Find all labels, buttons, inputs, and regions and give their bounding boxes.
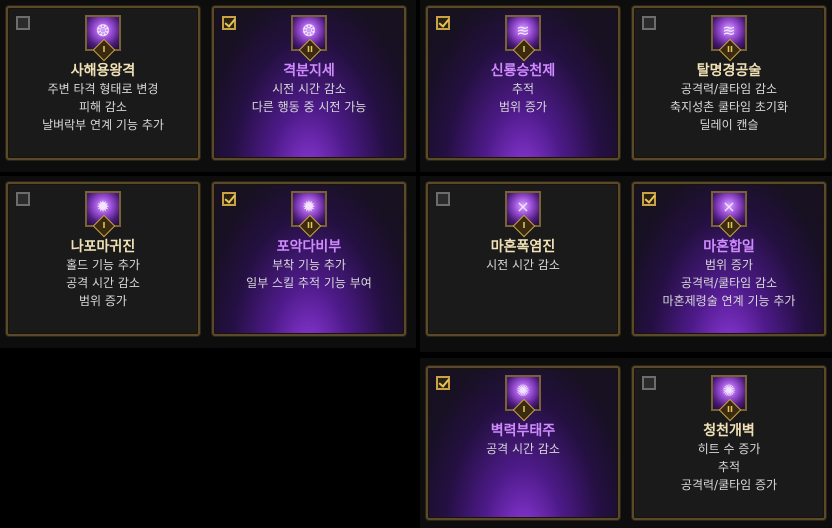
skill-effect-line: 피해 감소 [79, 100, 127, 114]
checked-checkbox[interactable] [436, 376, 450, 390]
skill-card[interactable]: ≋ I 신룡승천제추적범위 증가 [426, 6, 620, 160]
skill-name: 포악다비부 [276, 239, 342, 255]
rank-badge: I [512, 398, 536, 422]
skill-emblem-icon: ⨯ [722, 197, 736, 216]
skill-icon: ⨯ II [711, 191, 747, 238]
skill-card[interactable]: ≋ II 탈명경공술공격력/쿨타임 감소축지성촌 쿨타임 초기화딜레이 캔슬 [632, 6, 826, 160]
skill-effect-line: 시전 시간 감소 [272, 82, 346, 96]
skill-name: 마혼폭염진 [490, 239, 556, 255]
skill-effect-line: 시전 시간 감소 [486, 258, 560, 272]
skill-icon: ✺ I [505, 375, 541, 422]
skill-effect-line: 히트 수 증가 [697, 442, 761, 456]
skill-icon: ⨯ I [505, 191, 541, 238]
unchecked-checkbox[interactable] [642, 376, 656, 390]
skill-emblem-icon: ≋ [516, 21, 530, 40]
skill-description: 시전 시간 감소 [428, 256, 618, 274]
skill-emblem-icon: ⨯ [516, 197, 530, 216]
unchecked-checkbox[interactable] [16, 192, 30, 206]
skill-effect-line: 범위 증가 [79, 294, 127, 308]
skill-icon: ≋ I [505, 15, 541, 62]
skill-effect-line: 딜레이 캔슬 [699, 118, 759, 132]
skill-icon: ✹ I [85, 191, 121, 238]
skill-name: 신룡승천제 [490, 63, 556, 79]
skill-name: 탈명경공술 [696, 63, 762, 79]
skill-effect-line: 부착 기능 추가 [272, 258, 346, 272]
skill-name: 격분지세 [283, 63, 335, 79]
skill-effect-line: 날벼락부 연계 기능 추가 [42, 118, 164, 132]
skill-effect-line: 마혼제령술 연계 기능 추가 [662, 294, 796, 308]
skill-description: 범위 증가공격력/쿨타임 감소마혼제령술 연계 기능 추가 [634, 256, 824, 310]
skill-card[interactable]: ✺ I 벽력부태주공격 시간 감소 [426, 366, 620, 520]
skill-emblem-icon: ✺ [516, 381, 530, 400]
unchecked-checkbox[interactable] [642, 16, 656, 30]
skill-name: 사해용왕격 [70, 63, 136, 79]
checkmark-icon [644, 192, 656, 204]
skill-effect-line: 홀드 기능 추가 [66, 258, 140, 272]
skill-emblem-icon: ❂ [302, 21, 316, 40]
skill-effect-line: 범위 증가 [499, 100, 547, 114]
checked-checkbox[interactable] [222, 16, 236, 30]
rank-badge: I [92, 38, 116, 62]
skill-emblem-icon: ≋ [722, 21, 736, 40]
skill-name: 마혼합일 [703, 239, 755, 255]
skill-description: 추적범위 증가 [428, 80, 618, 116]
skill-card[interactable]: ❂ I 사해용왕격주변 타격 형태로 변경피해 감소날벼락부 연계 기능 추가 [6, 6, 200, 160]
skill-emblem-icon: ✹ [302, 197, 316, 216]
skill-card[interactable]: ✺ II 청천개벽히트 수 증가추적공격력/쿨타임 증가 [632, 366, 826, 520]
rank-badge: I [512, 214, 536, 238]
skill-name: 나포마귀진 [70, 239, 136, 255]
rank-badge: II [298, 38, 322, 62]
rank-badge: II [298, 214, 322, 238]
skill-icon: ✺ II [711, 375, 747, 422]
checkmark-icon [224, 16, 236, 28]
checked-checkbox[interactable] [642, 192, 656, 206]
skill-effect-line: 주변 타격 형태로 변경 [47, 82, 159, 96]
checkmark-icon [438, 16, 450, 28]
skill-name: 벽력부태주 [490, 423, 556, 439]
skill-card[interactable]: ✹ I 나포마귀진홀드 기능 추가공격 시간 감소범위 증가 [6, 182, 200, 336]
skill-effect-line: 공격 시간 감소 [66, 276, 140, 290]
rank-badge: II [718, 38, 742, 62]
skill-effect-line: 공격력/쿨타임 증가 [680, 478, 778, 492]
rank-badge: I [512, 38, 536, 62]
skill-effect-line: 추적 [511, 82, 535, 96]
skill-effect-line: 공격 시간 감소 [486, 442, 560, 456]
skill-description: 주변 타격 형태로 변경피해 감소날벼락부 연계 기능 추가 [8, 80, 198, 134]
checked-checkbox[interactable] [436, 16, 450, 30]
skill-icon: ❂ II [291, 15, 327, 62]
skill-card[interactable]: ✹ II 포악다비부부착 기능 추가일부 스킬 추적 기능 부여 [212, 182, 406, 336]
skill-emblem-icon: ✹ [96, 197, 110, 216]
rank-badge: II [718, 214, 742, 238]
skill-icon: ≋ II [711, 15, 747, 62]
checkmark-icon [224, 192, 236, 204]
rank-badge: II [718, 398, 742, 422]
skill-card[interactable]: ⨯ I 마혼폭염진시전 시간 감소 [426, 182, 620, 336]
skill-effect-line: 축지성촌 쿨타임 초기화 [669, 100, 789, 114]
skill-card[interactable]: ⨯ II 마혼합일범위 증가공격력/쿨타임 감소마혼제령술 연계 기능 추가 [632, 182, 826, 336]
unchecked-checkbox[interactable] [436, 192, 450, 206]
skill-description: 부착 기능 추가일부 스킬 추적 기능 부여 [214, 256, 404, 292]
skill-card[interactable]: ❂ II 격분지세시전 시간 감소다른 행동 중 시전 가능 [212, 6, 406, 160]
skill-description: 공격력/쿨타임 감소축지성촌 쿨타임 초기화딜레이 캔슬 [634, 80, 824, 134]
skill-name: 청천개벽 [703, 423, 755, 439]
skill-description: 공격 시간 감소 [428, 440, 618, 458]
skill-effect-line: 범위 증가 [705, 258, 753, 272]
skill-effect-line: 일부 스킬 추적 기능 부여 [246, 276, 372, 290]
skill-description: 홀드 기능 추가공격 시간 감소범위 증가 [8, 256, 198, 310]
skill-description: 시전 시간 감소다른 행동 중 시전 가능 [214, 80, 404, 116]
skill-description: 히트 수 증가추적공격력/쿨타임 증가 [634, 440, 824, 494]
skill-effect-line: 추적 [717, 460, 741, 474]
skill-effect-line: 공격력/쿨타임 감소 [680, 276, 778, 290]
skill-icon: ✹ II [291, 191, 327, 238]
rank-badge: I [92, 214, 116, 238]
checkmark-icon [438, 376, 450, 388]
skill-effect-line: 다른 행동 중 시전 가능 [251, 100, 367, 114]
unchecked-checkbox[interactable] [16, 16, 30, 30]
skill-emblem-icon: ❂ [96, 21, 110, 40]
skill-icon: ❂ I [85, 15, 121, 62]
skill-emblem-icon: ✺ [722, 381, 736, 400]
checked-checkbox[interactable] [222, 192, 236, 206]
skill-effect-line: 공격력/쿨타임 감소 [680, 82, 778, 96]
